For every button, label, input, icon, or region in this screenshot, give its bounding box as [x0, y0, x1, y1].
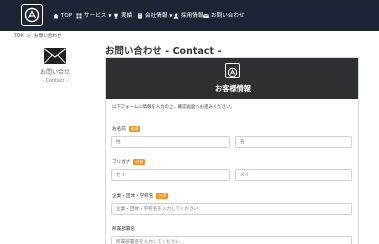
- first-name-input[interactable]: [235, 136, 352, 148]
- name-field-label: お名前 必須: [112, 126, 141, 132]
- nav-item-services[interactable]: サービス ▼: [76, 11, 111, 21]
- nav-item-label: サービス: [84, 13, 107, 19]
- building-icon: [137, 13, 143, 19]
- form-intro-text: 以下フォームに情報を入力の上、確認画面へお進みください。: [112, 105, 235, 110]
- required-badge: 必須: [128, 126, 141, 132]
- sidebar-title: お問い合せ: [39, 69, 70, 76]
- form-header: お客様情報: [106, 58, 358, 99]
- kana-field-label: フリガナ 必須: [112, 159, 145, 165]
- top-navigation-bar: TOP サービス ▼ 実績 会社情報 ▼ 採用情報 お問い合わせ: [0, 0, 379, 31]
- envelope-icon: [44, 48, 66, 64]
- field-label-text: 所属部署名: [112, 227, 135, 232]
- nav-item-label: 実績: [121, 13, 133, 19]
- caret-down-icon: ▼: [169, 13, 173, 18]
- brand-logo-icon[interactable]: [21, 4, 43, 26]
- field-label-text: 企業・団体・学校名: [112, 194, 154, 199]
- company-input[interactable]: [111, 203, 352, 215]
- trophy-icon: [113, 13, 119, 19]
- caret-down-icon: ▼: [108, 13, 112, 18]
- first-name-kana-input[interactable]: [235, 169, 352, 181]
- home-icon: [53, 13, 59, 19]
- company-field-label: 企業・団体・学校名 必須: [112, 193, 168, 199]
- nav-item-recruit[interactable]: 採用情報: [173, 11, 203, 21]
- last-name-input[interactable]: [111, 136, 230, 148]
- contact-form-panel: お客様情報 以下フォームに情報を入力の上、確認画面へお進みください。 お名前 必…: [105, 57, 359, 244]
- last-name-kana-input[interactable]: [111, 169, 230, 181]
- nav-item-label: 会社情報: [145, 13, 168, 19]
- breadcrumb: TOP > お問い合わせ: [14, 33, 64, 39]
- department-field-label: 所属部署名: [112, 226, 135, 232]
- nav-item-label: 採用情報: [181, 13, 204, 19]
- required-badge: 必須: [133, 159, 145, 165]
- person-icon: [173, 13, 179, 19]
- nav-item-contact[interactable]: お問い合わせ: [203, 11, 245, 21]
- page-title: お問い合わせ - Contact -: [105, 46, 222, 57]
- grid-icon: [76, 13, 82, 19]
- field-label-text: フリガナ: [112, 160, 131, 165]
- nav-item-company[interactable]: 会社情報 ▼: [137, 11, 172, 21]
- breadcrumb-current: お問い合わせ: [34, 34, 62, 39]
- brand-logo-icon: [225, 63, 240, 78]
- department-input[interactable]: [111, 236, 352, 244]
- field-label-text: お名前: [112, 127, 126, 132]
- required-badge: 必須: [156, 193, 168, 199]
- breadcrumb-home-link[interactable]: TOP: [14, 34, 23, 39]
- breadcrumb-separator: >: [26, 34, 31, 39]
- nav-item-top[interactable]: TOP: [53, 11, 72, 21]
- envelope-icon: [203, 13, 209, 19]
- nav-item-label: お問い合わせ: [211, 13, 245, 19]
- sidebar-subtitle: - Contact -: [42, 79, 68, 84]
- nav-item-works[interactable]: 実績: [113, 11, 132, 21]
- nav-item-label: TOP: [61, 13, 73, 19]
- form-header-title: お客様情報: [215, 84, 251, 93]
- sidebar: お問い合せ - Contact -: [34, 48, 76, 84]
